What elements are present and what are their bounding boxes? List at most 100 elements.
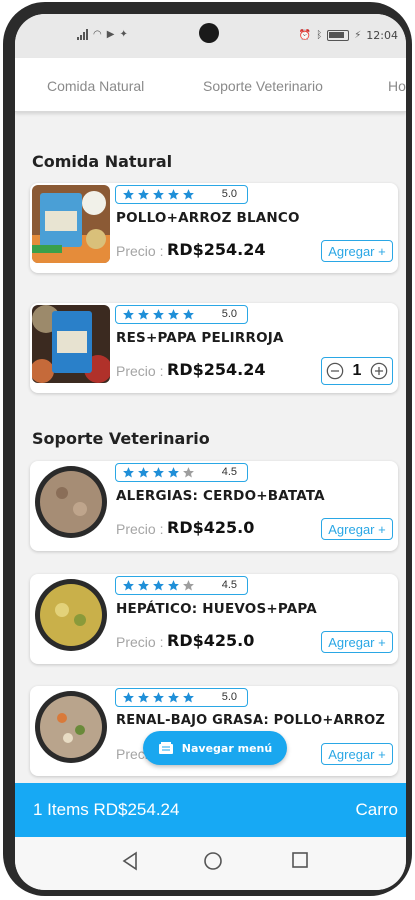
price-label: Precio : bbox=[116, 363, 164, 379]
home-icon[interactable] bbox=[203, 851, 223, 871]
product-name: RENAL-BAJO GRASA: POLLO+ARROZ bbox=[116, 713, 386, 728]
tab-soporte-veterinario[interactable]: Soporte Veterinario bbox=[203, 78, 323, 94]
recents-icon[interactable] bbox=[291, 851, 309, 869]
tab-comida-natural[interactable]: Comida Natural bbox=[47, 78, 144, 94]
star-icon bbox=[153, 189, 164, 200]
product-list[interactable]: Comida Natural 5.0 POLLO+ARROZ BLANCO Pr… bbox=[15, 113, 406, 795]
rating-value: 5.0 bbox=[221, 691, 237, 703]
product-image bbox=[32, 463, 110, 541]
product-name: ALERGIAS: CERDO+BATATA bbox=[116, 488, 325, 504]
star-icon bbox=[138, 309, 149, 320]
charging-icon: ⚡ bbox=[354, 30, 362, 41]
system-nav-bar bbox=[15, 837, 406, 890]
star-icon bbox=[123, 692, 134, 703]
product-card[interactable]: 5.0 RES+PAPA PELIRROJA Precio : RD$254.2… bbox=[30, 303, 398, 393]
rating-value: 5.0 bbox=[221, 188, 237, 200]
status-left-icons: ◠ ▶ ✦ bbox=[77, 29, 128, 40]
star-icon bbox=[153, 309, 164, 320]
star-icon bbox=[183, 692, 194, 703]
product-card[interactable]: 4.5 ALERGIAS: CERDO+BATATA Precio : RD$4… bbox=[30, 461, 398, 551]
product-image bbox=[32, 305, 110, 383]
product-image bbox=[32, 576, 110, 654]
product-price: RD$425.0 bbox=[167, 518, 255, 537]
rating-badge: 5.0 bbox=[115, 688, 248, 707]
plus-circle-icon[interactable] bbox=[370, 362, 388, 380]
star-icon bbox=[123, 580, 134, 591]
product-image bbox=[32, 185, 110, 263]
star-icon bbox=[138, 467, 149, 478]
star-icon bbox=[168, 467, 179, 478]
star-icon bbox=[183, 189, 194, 200]
navigate-menu-label: Navegar menú bbox=[181, 741, 273, 755]
front-camera bbox=[199, 23, 219, 43]
minus-circle-icon[interactable] bbox=[326, 362, 344, 380]
category-tabs: Comida Natural Soporte Veterinario Ho bbox=[15, 58, 406, 112]
section-title: Comida Natural bbox=[32, 152, 173, 171]
star-icon bbox=[153, 467, 164, 478]
star-icon bbox=[138, 580, 149, 591]
signal-icon bbox=[77, 29, 88, 40]
star-rating bbox=[122, 466, 195, 479]
product-card[interactable]: 4.5 HEPÁTICO: HUEVOS+PAPA Precio : RD$42… bbox=[30, 574, 398, 664]
price-label: Precio : bbox=[116, 521, 164, 537]
star-icon bbox=[153, 580, 164, 591]
quantity-stepper: 1 bbox=[321, 357, 393, 385]
star-empty-icon bbox=[183, 580, 194, 591]
product-price: RD$254.24 bbox=[167, 360, 266, 379]
rating-badge: 5.0 bbox=[115, 185, 248, 204]
star-rating bbox=[122, 308, 195, 321]
price-label: Precio : bbox=[116, 243, 164, 259]
star-icon bbox=[168, 309, 179, 320]
rating-value: 4.5 bbox=[221, 466, 237, 478]
product-name: HEPÁTICO: HUEVOS+PAPA bbox=[116, 601, 317, 617]
phone-frame: ◠ ▶ ✦ ⏰ ᛒ ⚡ 12:04 Comida Natural Soporte… bbox=[3, 2, 412, 896]
cart-summary: 1 Items RD$254.24 bbox=[33, 800, 180, 819]
product-card[interactable]: 5.0 POLLO+ARROZ BLANCO Precio : RD$254.2… bbox=[30, 183, 398, 273]
price-label: Precio : bbox=[116, 634, 164, 650]
cart-button[interactable]: Carro bbox=[355, 800, 398, 820]
star-empty-icon bbox=[183, 467, 194, 478]
star-icon bbox=[123, 309, 134, 320]
star-icon bbox=[168, 580, 179, 591]
rating-value: 5.0 bbox=[221, 308, 237, 320]
star-icon bbox=[153, 692, 164, 703]
add-to-cart-button[interactable]: Agregar + bbox=[321, 240, 393, 262]
twitter-icon: ✦ bbox=[119, 29, 128, 40]
star-icon bbox=[168, 189, 179, 200]
star-icon bbox=[168, 692, 179, 703]
status-time: 12:04 bbox=[366, 29, 398, 42]
section-title: Soporte Veterinario bbox=[32, 429, 210, 448]
star-icon bbox=[123, 467, 134, 478]
screen: ◠ ▶ ✦ ⏰ ᛒ ⚡ 12:04 Comida Natural Soporte… bbox=[15, 14, 406, 890]
star-rating bbox=[122, 691, 195, 704]
product-price: RD$254.24 bbox=[167, 240, 266, 259]
battery-icon bbox=[327, 30, 350, 41]
star-icon bbox=[183, 309, 194, 320]
quantity-value: 1 bbox=[352, 362, 362, 379]
star-icon bbox=[138, 692, 149, 703]
status-right-icons: ⏰ ᛒ ⚡ 12:04 bbox=[299, 29, 398, 42]
navigate-menu-button[interactable]: Navegar menú bbox=[143, 731, 287, 765]
status-bar: ◠ ▶ ✦ ⏰ ᛒ ⚡ 12:04 bbox=[15, 14, 406, 58]
add-to-cart-button[interactable]: Agregar + bbox=[321, 518, 393, 540]
add-to-cart-button[interactable]: Agregar + bbox=[321, 631, 393, 653]
add-to-cart-button[interactable]: Agregar + bbox=[321, 743, 393, 765]
rating-badge: 4.5 bbox=[115, 463, 248, 482]
back-icon[interactable] bbox=[121, 851, 139, 871]
rating-badge: 5.0 bbox=[115, 305, 248, 324]
menu-book-icon bbox=[158, 742, 173, 754]
star-rating bbox=[122, 579, 195, 592]
rating-value: 4.5 bbox=[221, 579, 237, 591]
alarm-icon: ⏰ bbox=[298, 30, 312, 41]
tab-ho[interactable]: Ho bbox=[388, 78, 406, 94]
product-name: POLLO+ARROZ BLANCO bbox=[116, 210, 300, 226]
star-icon bbox=[138, 189, 149, 200]
product-name: RES+PAPA PELIRROJA bbox=[116, 330, 284, 346]
product-image bbox=[32, 688, 110, 766]
bluetooth-icon: ᛒ bbox=[316, 30, 323, 41]
wifi-icon: ◠ bbox=[93, 29, 102, 40]
star-rating bbox=[122, 188, 195, 201]
rating-badge: 4.5 bbox=[115, 576, 248, 595]
cart-bar[interactable]: 1 Items RD$254.24 Carro bbox=[15, 783, 406, 837]
product-price: RD$425.0 bbox=[167, 631, 255, 650]
